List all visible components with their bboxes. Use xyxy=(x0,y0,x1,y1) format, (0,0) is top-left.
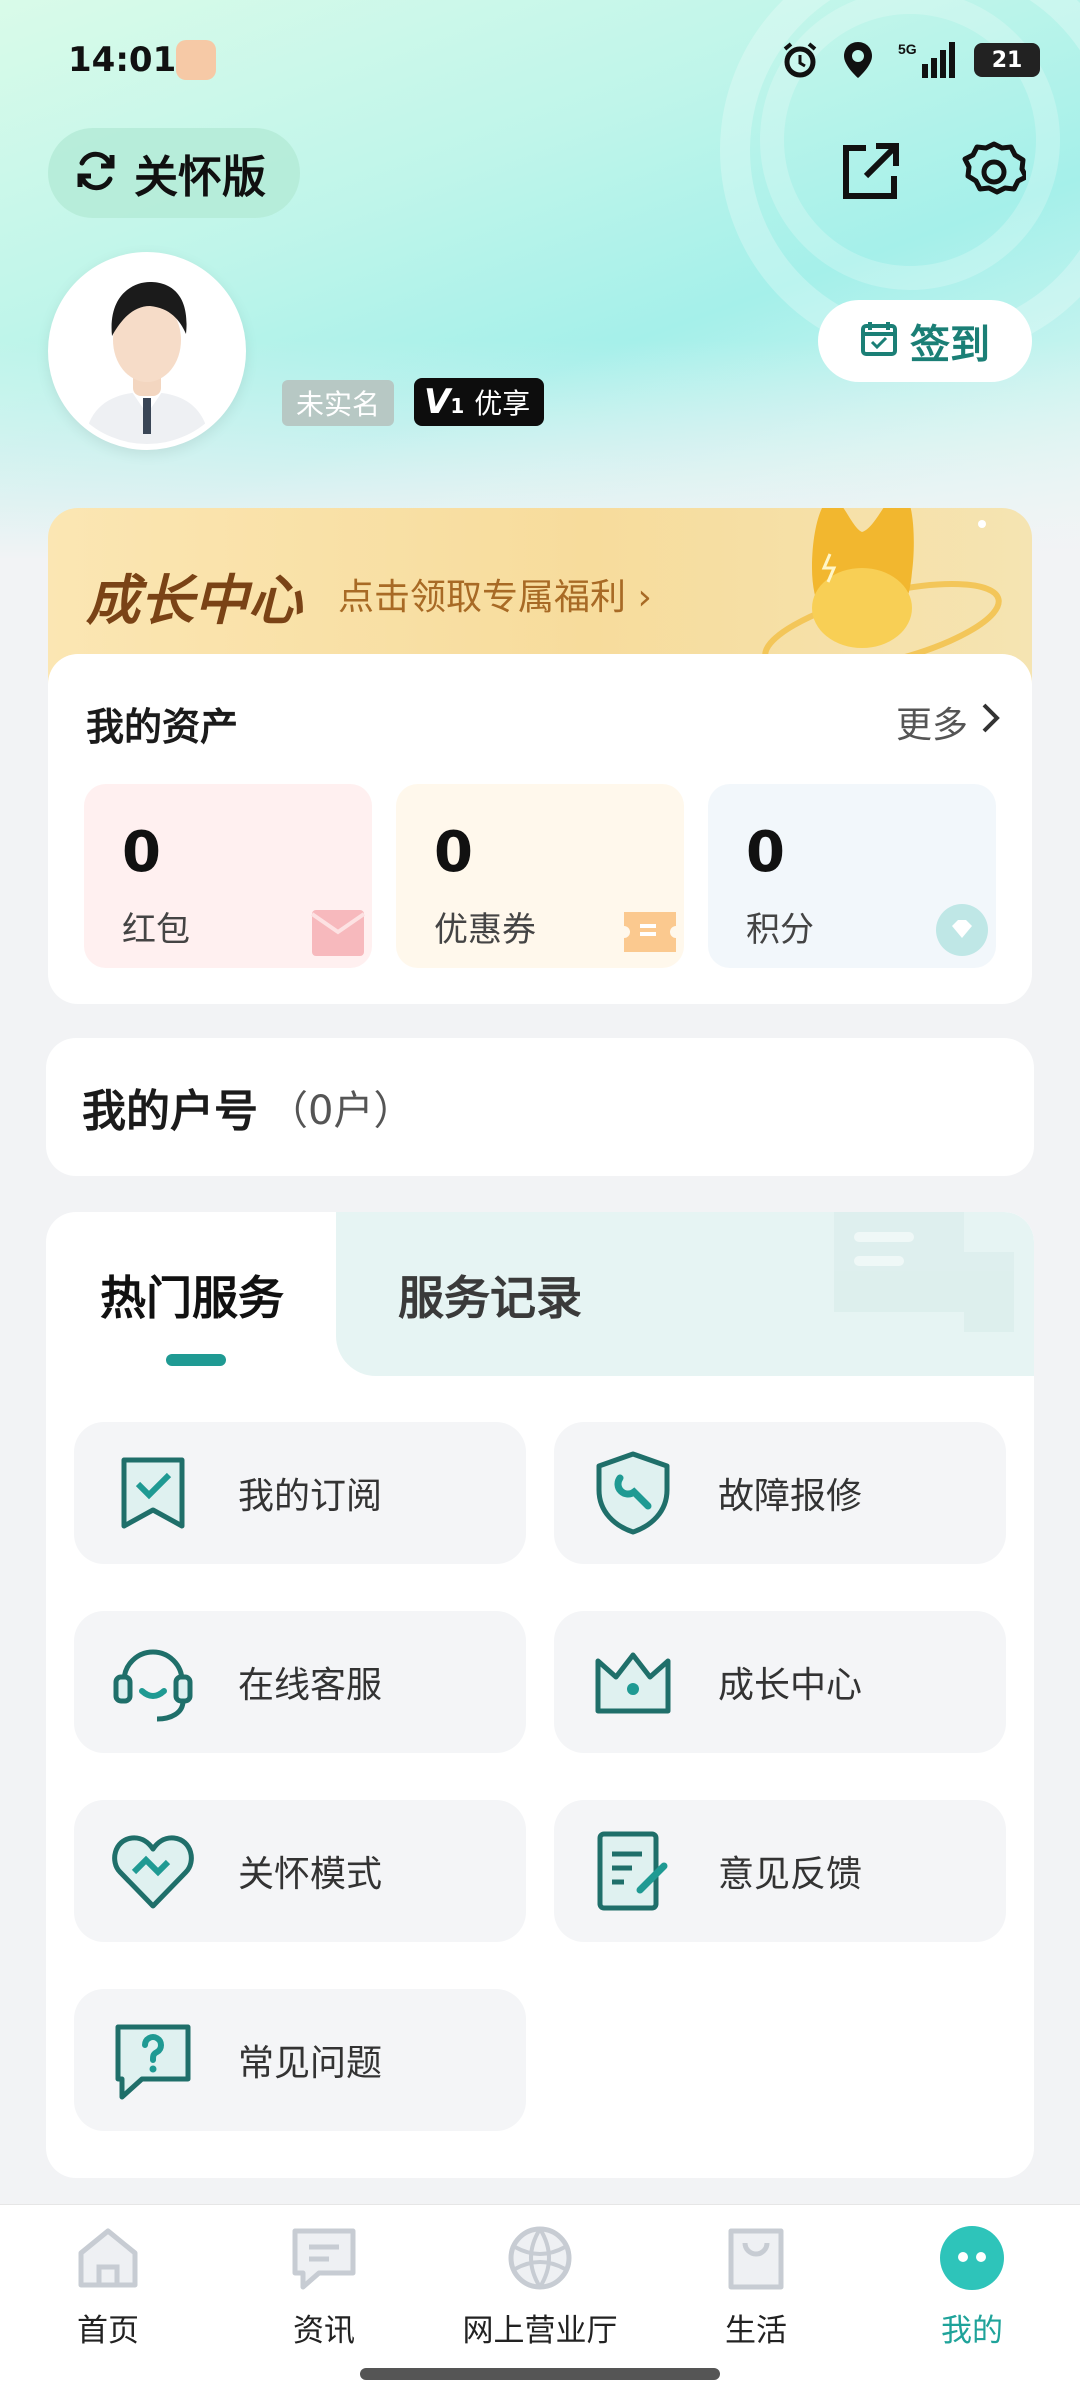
nav-label: 生活 xyxy=(725,2313,787,2349)
nav-label: 资讯 xyxy=(293,2313,355,2349)
globe-icon xyxy=(508,2226,572,2290)
account-count: （0户） xyxy=(268,1088,414,1134)
points-icon xyxy=(936,904,988,956)
services-card: 热门服务 服务记录 我的订阅 故障报修 在线客服 成长中心 关怀模式 意见反馈 xyxy=(46,1212,1034,2178)
service-label: 在线客服 xyxy=(238,1665,383,1706)
tab-service-records[interactable]: 服务记录 xyxy=(398,1262,582,1328)
asset-value: 0 xyxy=(122,820,161,885)
status-icons: 5G 21 xyxy=(780,40,1040,80)
nav-label: 首页 xyxy=(77,2313,139,2349)
checkin-label: 签到 xyxy=(910,322,990,368)
status-time: 14:01 xyxy=(68,40,177,80)
heart-icon xyxy=(112,1835,194,1909)
asset-red-packet[interactable]: 0 红包 xyxy=(84,784,372,968)
service-online-support[interactable]: 在线客服 xyxy=(74,1611,526,1753)
battery-level: 21 xyxy=(991,47,1023,73)
checkin-button[interactable]: 签到 xyxy=(818,300,1032,382)
feedback-icon xyxy=(597,1831,668,1911)
avatar[interactable] xyxy=(48,252,246,450)
nav-mine[interactable]: 我的 xyxy=(872,2223,1072,2350)
chevron-right-icon xyxy=(980,701,1002,744)
asset-label: 优惠券 xyxy=(434,910,536,950)
asset-coupon[interactable]: 0 优惠券 xyxy=(396,784,684,968)
calendar-icon xyxy=(860,320,898,362)
unverified-badge: 未实名 xyxy=(282,380,395,426)
asset-label: 红包 xyxy=(122,910,190,950)
assets-card: 我的资产 更多 0 红包 0 优惠券 0 积分 xyxy=(48,654,1032,1004)
service-feedback[interactable]: 意见反馈 xyxy=(554,1800,1006,1942)
service-care-mode[interactable]: 关怀模式 xyxy=(74,1800,526,1942)
news-icon xyxy=(292,2228,356,2290)
gear-icon[interactable] xyxy=(962,140,1029,204)
vip-v-icon: V1 xyxy=(424,382,465,422)
asset-points[interactable]: 0 积分 xyxy=(708,784,996,968)
service-faq[interactable]: 常见问题 xyxy=(74,1989,526,2131)
assets-more-link[interactable]: 更多 xyxy=(896,696,1002,748)
service-growth-center[interactable]: 成长中心 xyxy=(554,1611,1006,1753)
assets-more-label: 更多 xyxy=(895,705,968,746)
tab-active-indicator xyxy=(166,1354,226,1366)
faq-icon xyxy=(115,2024,191,2100)
nav-life[interactable]: 生活 xyxy=(656,2223,856,2350)
vip-level: 1 xyxy=(450,394,465,418)
nav-online-hall[interactable]: 网上营业厅 xyxy=(440,2223,640,2350)
service-label: 关怀模式 xyxy=(238,1854,383,1895)
service-label: 常见问题 xyxy=(238,2043,383,2084)
service-repair[interactable]: 故障报修 xyxy=(554,1422,1006,1564)
care-mode-label: 关怀版 xyxy=(134,152,266,203)
account-card[interactable]: 我的户号 （0户） xyxy=(46,1038,1034,1176)
service-label: 成长中心 xyxy=(718,1665,863,1706)
subscription-icon xyxy=(121,1457,185,1529)
app-notification-icon xyxy=(176,40,216,80)
bag-icon xyxy=(728,2228,784,2290)
assets-title: 我的资产 xyxy=(86,705,239,749)
account-title: 我的户号 xyxy=(82,1086,258,1137)
home-indicator[interactable] xyxy=(360,2368,720,2380)
share-icon[interactable] xyxy=(838,140,902,204)
alarm-icon xyxy=(780,40,820,80)
nav-home[interactable]: 首页 xyxy=(8,2223,208,2350)
growth-subtitle: 点击领取专属福利 › xyxy=(338,577,652,618)
asset-value: 0 xyxy=(746,820,785,885)
profile-icon xyxy=(940,2226,1004,2290)
coupon-icon xyxy=(624,912,676,952)
service-label: 意见反馈 xyxy=(718,1854,863,1895)
repair-icon xyxy=(596,1451,670,1535)
home-icon xyxy=(78,2228,138,2288)
nav-label: 网上营业厅 xyxy=(462,2313,618,2349)
asset-label: 积分 xyxy=(746,910,814,950)
refresh-icon xyxy=(74,149,118,197)
vip-label: 优享 xyxy=(474,387,531,420)
red-packet-icon xyxy=(310,910,366,956)
nav-label: 我的 xyxy=(941,2313,1003,2349)
care-mode-button[interactable]: 关怀版 xyxy=(48,128,300,218)
service-label: 我的订阅 xyxy=(238,1476,383,1517)
crown-icon xyxy=(595,1652,671,1714)
asset-value: 0 xyxy=(434,820,473,885)
battery-indicator: 21 xyxy=(974,43,1040,77)
nav-news[interactable]: 资讯 xyxy=(224,2223,424,2350)
network-type: 5G xyxy=(898,41,917,57)
document-decoration xyxy=(834,1212,1014,1332)
headset-icon xyxy=(113,1649,193,1722)
vip-badge[interactable]: V1 优享 xyxy=(414,378,545,426)
growth-title: 成长中心 xyxy=(86,569,302,632)
status-bar: 14:01 5G 21 xyxy=(0,0,1080,120)
tab-hot-services[interactable]: 热门服务 xyxy=(100,1262,284,1328)
service-label: 故障报修 xyxy=(718,1476,863,1517)
service-subscription[interactable]: 我的订阅 xyxy=(74,1422,526,1564)
location-icon xyxy=(838,40,878,80)
signal-icon: 5G xyxy=(896,40,956,80)
